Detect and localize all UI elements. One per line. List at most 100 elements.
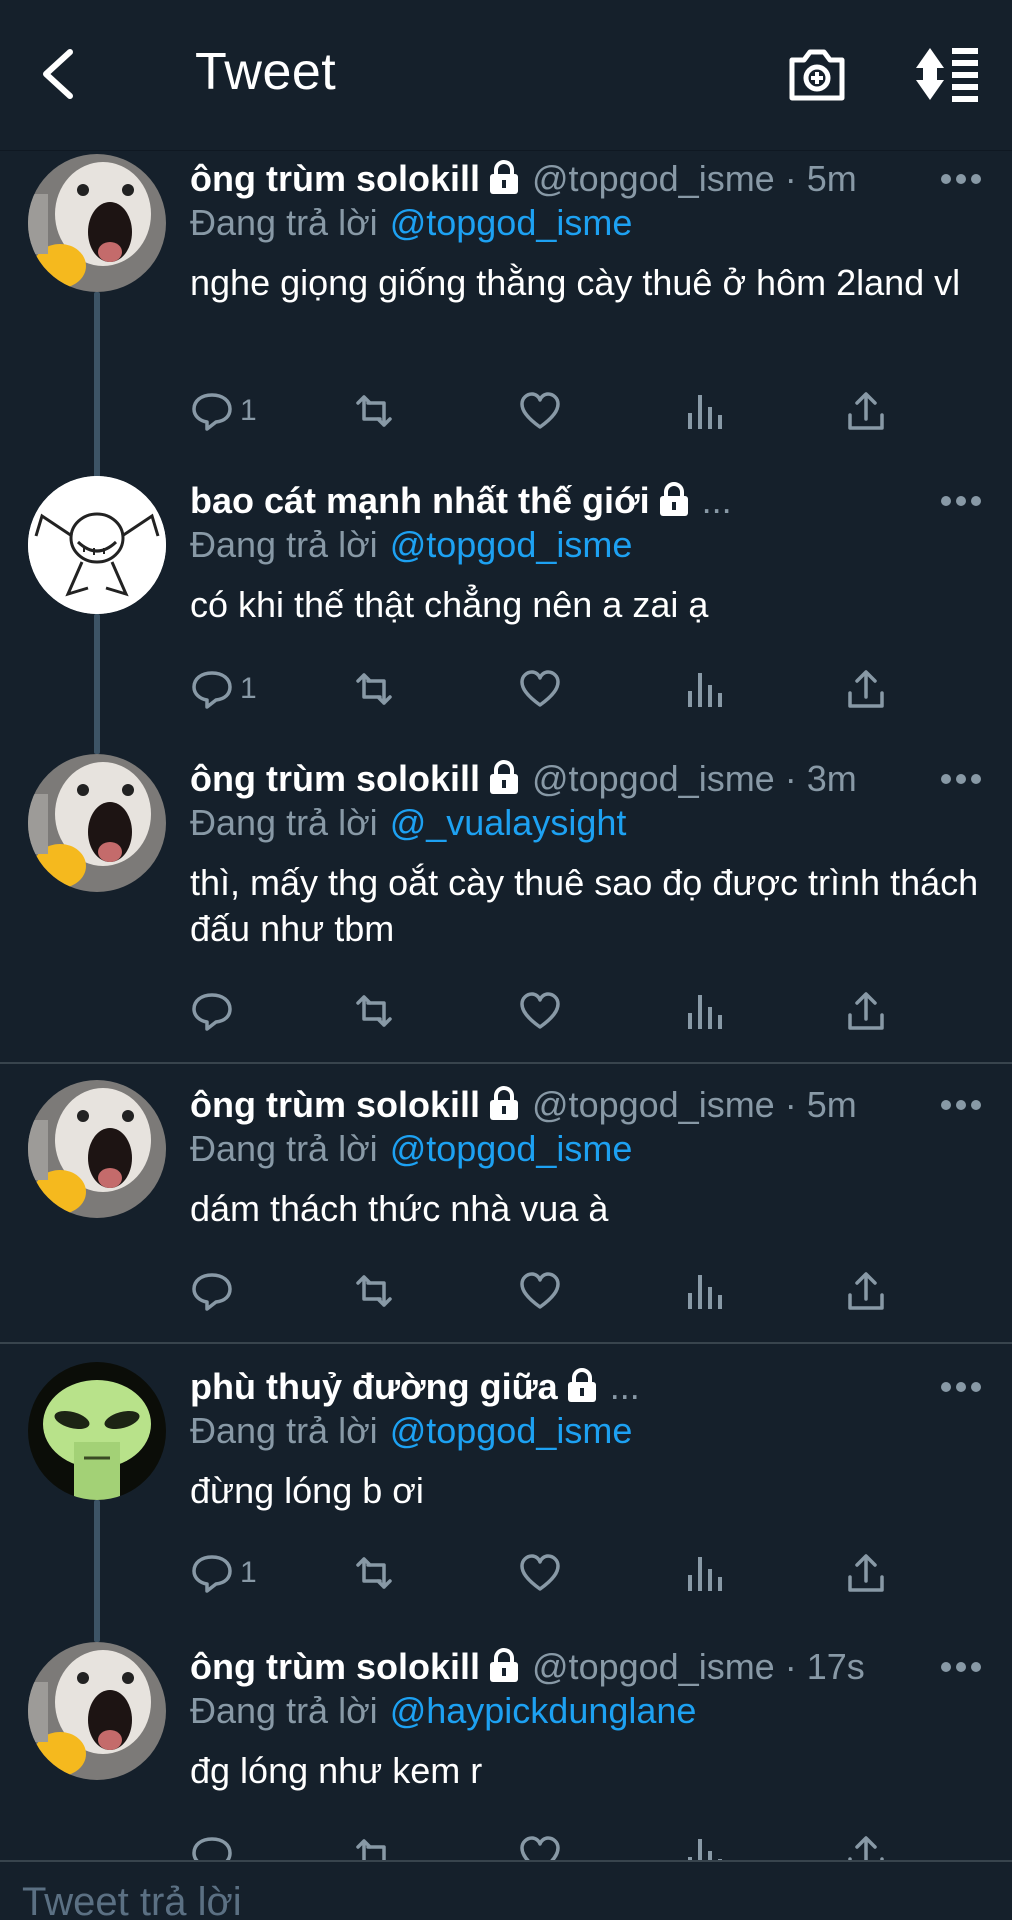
display-name[interactable]: ông trùm solokill <box>190 1084 480 1125</box>
handle-timestamp: @topgod_isme · 3m <box>532 758 857 799</box>
more-options-icon[interactable] <box>940 172 982 186</box>
avatar[interactable] <box>28 754 166 892</box>
camera-button[interactable] <box>786 44 848 106</box>
share-icon <box>848 670 884 708</box>
analytics-button[interactable] <box>682 664 726 714</box>
reply-button[interactable] <box>190 1830 240 1860</box>
mention-link[interactable]: @topgod_isme <box>390 202 633 243</box>
tweet-actions <box>190 1830 910 1860</box>
analytics-icon <box>688 395 722 429</box>
replying-label: Đang trả lời <box>190 1690 378 1731</box>
share-icon <box>848 1272 884 1310</box>
avatar[interactable] <box>28 476 166 614</box>
reply-input[interactable]: Tweet trả lời <box>22 1880 242 1920</box>
tweet-item[interactable]: bao cát mạnh nhất thế giới... Đang trả l… <box>0 472 1012 754</box>
tweet-item[interactable]: phù thuỷ đường giữa... Đang trả lời @topg… <box>0 1362 1012 1642</box>
tweet-item[interactable]: ông trùm solokill @topgod_isme · 5m Đang … <box>0 150 1012 488</box>
handle-timestamp: ... <box>701 480 732 521</box>
mention-link[interactable]: @_vualaysight <box>390 802 627 843</box>
share-button[interactable] <box>844 1830 888 1860</box>
more-options-icon[interactable] <box>940 1380 982 1394</box>
tweet-text: đừng lóng b ơi <box>190 1470 424 1511</box>
reply-button[interactable]: 1 <box>190 664 257 714</box>
like-button[interactable] <box>518 1548 562 1598</box>
display-name[interactable]: ông trùm solokill <box>190 1646 480 1687</box>
retweet-icon <box>356 1557 392 1589</box>
retweet-icon <box>356 995 392 1027</box>
replying-label: Đang trả lời <box>190 524 378 565</box>
lock-icon <box>490 1086 519 1120</box>
avatar[interactable] <box>28 154 166 292</box>
lock-icon <box>490 160 519 194</box>
retweet-button[interactable] <box>352 386 396 436</box>
replying-to: Đang trả lời @topgod_isme <box>190 202 632 244</box>
sort-button[interactable] <box>912 44 982 106</box>
retweet-button[interactable] <box>352 664 396 714</box>
share-button[interactable] <box>844 1548 888 1598</box>
analytics-button[interactable] <box>682 1830 726 1860</box>
tweet-header: ông trùm solokill @topgod_isme · 5m <box>190 158 982 208</box>
share-icon <box>848 392 884 430</box>
more-options-icon[interactable] <box>940 772 982 786</box>
mention-link[interactable]: @topgod_isme <box>390 1128 633 1169</box>
tweet-item[interactable]: ông trùm solokill @topgod_isme · 5m Đang … <box>0 1080 1012 1342</box>
reply-compose-bar[interactable]: Tweet trả lời <box>0 1860 1012 1920</box>
like-button[interactable] <box>518 1830 562 1860</box>
retweet-icon <box>356 673 392 705</box>
display-name[interactable]: ông trùm solokill <box>190 758 480 799</box>
retweet-button[interactable] <box>352 1830 396 1860</box>
share-button[interactable] <box>844 386 888 436</box>
display-name[interactable]: ông trùm solokill <box>190 158 480 199</box>
mention-link[interactable]: @haypickdunglane <box>390 1690 697 1731</box>
tweet-item[interactable]: ông trùm solokill @topgod_isme · 3m Đang … <box>0 754 1012 1080</box>
retweet-button[interactable] <box>352 986 396 1036</box>
tweet-text: đg lóng như kem r <box>190 1750 483 1791</box>
analytics-button[interactable] <box>682 1266 726 1316</box>
tweet-text: dám thách thức nhà vua à <box>190 1188 609 1229</box>
more-options-icon[interactable] <box>940 494 982 508</box>
tweet-header: phù thuỷ đường giữa... <box>190 1366 982 1416</box>
more-options-icon[interactable] <box>940 1098 982 1112</box>
reply-icon <box>192 993 232 1031</box>
analytics-button[interactable] <box>682 386 726 436</box>
display-name[interactable]: bao cát mạnh nhất thế giới <box>190 480 650 521</box>
retweet-button[interactable] <box>352 1548 396 1598</box>
reply-button[interactable] <box>190 1266 240 1316</box>
avatar[interactable] <box>28 1642 166 1780</box>
heart-icon <box>520 670 560 707</box>
retweet-icon <box>356 1275 392 1307</box>
replying-label: Đang trả lời <box>190 1128 378 1169</box>
tweet-item[interactable]: ông trùm solokill @topgod_isme · 17s Đang… <box>0 1642 1012 1860</box>
more-options-icon[interactable] <box>940 1660 982 1674</box>
display-name[interactable]: phù thuỷ đường giữa <box>190 1366 558 1407</box>
heart-icon <box>520 1836 560 1860</box>
like-button[interactable] <box>518 1266 562 1316</box>
like-button[interactable] <box>518 986 562 1036</box>
mention-link[interactable]: @topgod_isme <box>390 524 633 565</box>
avatar[interactable] <box>28 1080 166 1218</box>
share-button[interactable] <box>844 986 888 1036</box>
analytics-button[interactable] <box>682 1548 726 1598</box>
tweet-actions: 1 <box>190 664 910 714</box>
reply-icon <box>192 671 232 709</box>
retweet-icon <box>356 395 392 427</box>
avatar[interactable] <box>28 1362 166 1500</box>
analytics-button[interactable] <box>682 986 726 1036</box>
like-button[interactable] <box>518 386 562 436</box>
lock-icon <box>490 760 519 794</box>
back-button[interactable] <box>34 44 84 104</box>
back-arrow-icon <box>43 49 73 99</box>
share-button[interactable] <box>844 664 888 714</box>
retweet-button[interactable] <box>352 1266 396 1316</box>
share-button[interactable] <box>844 1266 888 1316</box>
reply-button[interactable]: 1 <box>190 386 257 436</box>
tweet-header: bao cát mạnh nhất thế giới... <box>190 480 982 530</box>
mention-link[interactable]: @topgod_isme <box>390 1410 633 1451</box>
reply-button[interactable] <box>190 986 240 1036</box>
like-button[interactable] <box>518 664 562 714</box>
reply-count: 1 <box>240 394 257 427</box>
share-icon <box>848 992 884 1030</box>
replying-to: Đang trả lời @topgod_isme <box>190 1410 632 1452</box>
heart-icon <box>520 1272 560 1309</box>
reply-button[interactable]: 1 <box>190 1548 257 1598</box>
